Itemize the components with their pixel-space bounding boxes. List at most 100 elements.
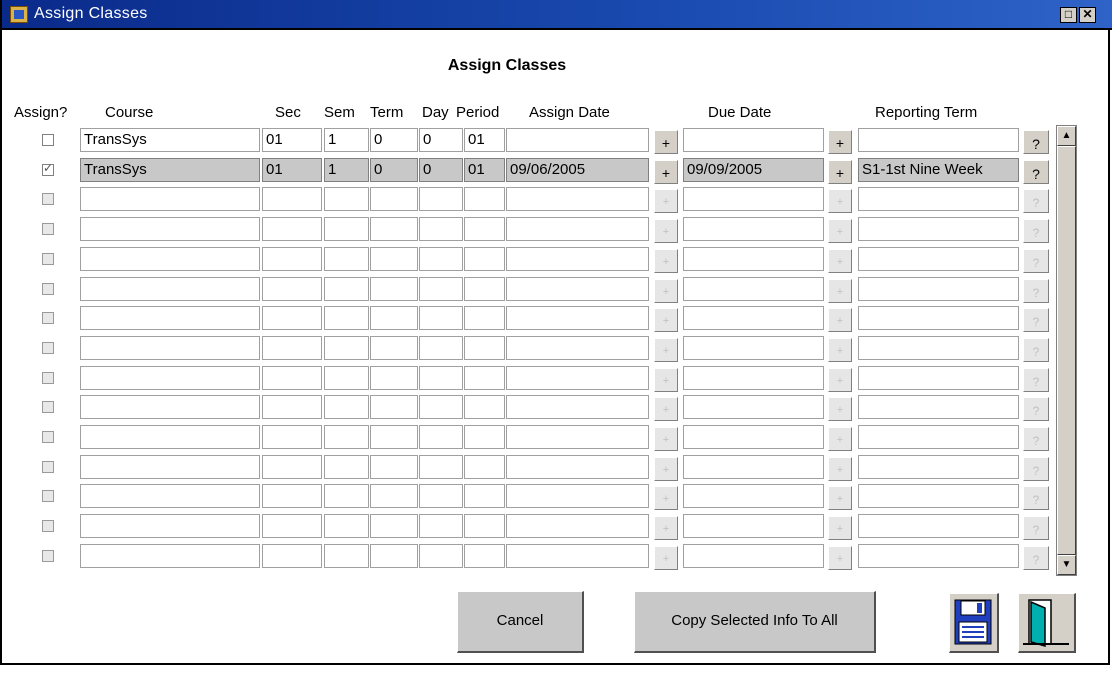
- term-field[interactable]: 0: [370, 157, 418, 182]
- due-date-field[interactable]: [683, 425, 824, 449]
- reporting-term-lookup-button[interactable]: ?: [1023, 397, 1049, 422]
- sec-field[interactable]: [262, 306, 322, 331]
- assign-checkbox[interactable]: [42, 549, 54, 562]
- sem-field[interactable]: [324, 187, 369, 212]
- sem-field[interactable]: [324, 543, 369, 568]
- assign-date-picker-button[interactable]: +: [654, 367, 678, 392]
- day-field[interactable]: [419, 484, 463, 509]
- reporting-term-lookup-button[interactable]: ?: [1023, 367, 1049, 392]
- assign-date-field[interactable]: [506, 246, 649, 271]
- reporting-term-lookup-button[interactable]: ?: [1023, 159, 1049, 184]
- assign-date-field[interactable]: [506, 335, 649, 360]
- due-date-field[interactable]: [683, 276, 824, 301]
- assign-date-field[interactable]: [506, 128, 649, 152]
- sec-field[interactable]: [262, 365, 322, 390]
- assign-date-picker-button[interactable]: +: [654, 308, 678, 333]
- day-field[interactable]: [419, 276, 463, 301]
- sec-field[interactable]: [262, 514, 322, 539]
- scroll-up-button[interactable]: ▲: [1057, 126, 1076, 146]
- sem-field[interactable]: [324, 276, 369, 301]
- due-date-picker-button[interactable]: +: [828, 308, 852, 333]
- due-date-field[interactable]: [683, 335, 824, 360]
- assign-date-field[interactable]: [506, 306, 649, 331]
- sem-field[interactable]: 1: [324, 157, 369, 182]
- period-field[interactable]: [464, 187, 505, 212]
- term-field[interactable]: [370, 276, 418, 301]
- course-field[interactable]: [80, 484, 260, 509]
- due-date-picker-button[interactable]: +: [828, 367, 852, 392]
- reporting-term-lookup-button[interactable]: ?: [1023, 189, 1049, 214]
- period-field[interactable]: [464, 395, 505, 420]
- reporting-term-lookup-button[interactable]: ?: [1023, 130, 1049, 154]
- assign-date-picker-button[interactable]: +: [654, 337, 678, 362]
- assign-date-picker-button[interactable]: +: [654, 516, 678, 541]
- restore-button[interactable]: □: [1060, 7, 1077, 23]
- reporting-term-field[interactable]: [858, 514, 1019, 539]
- day-field[interactable]: [419, 217, 463, 242]
- term-field[interactable]: [370, 365, 418, 390]
- reporting-term-lookup-button[interactable]: ?: [1023, 516, 1049, 541]
- assign-checkbox[interactable]: [42, 431, 54, 443]
- day-field[interactable]: [419, 187, 463, 212]
- reporting-term-lookup-button[interactable]: ?: [1023, 545, 1049, 570]
- due-date-picker-button[interactable]: +: [828, 397, 852, 422]
- assign-date-picker-button[interactable]: +: [654, 456, 678, 481]
- day-field[interactable]: [419, 335, 463, 360]
- sec-field[interactable]: [262, 484, 322, 509]
- due-date-picker-button[interactable]: +: [828, 130, 852, 154]
- reporting-term-field[interactable]: [858, 246, 1019, 271]
- assign-date-picker-button[interactable]: +: [654, 278, 678, 303]
- reporting-term-field[interactable]: [858, 276, 1019, 301]
- cancel-button[interactable]: Cancel: [457, 591, 584, 653]
- assign-date-picker-button[interactable]: +: [654, 545, 678, 570]
- save-button[interactable]: [949, 593, 999, 653]
- day-field[interactable]: 0: [419, 128, 463, 152]
- assign-date-picker-button[interactable]: +: [654, 159, 678, 184]
- assign-date-field[interactable]: [506, 217, 649, 242]
- assign-checkbox[interactable]: [42, 401, 54, 414]
- due-date-field[interactable]: [683, 246, 824, 271]
- due-date-field[interactable]: [683, 306, 824, 331]
- assign-date-picker-button[interactable]: +: [654, 427, 678, 451]
- term-field[interactable]: [370, 306, 418, 331]
- day-field[interactable]: [419, 395, 463, 420]
- reporting-term-field[interactable]: [858, 484, 1019, 509]
- due-date-picker-button[interactable]: +: [828, 516, 852, 541]
- reporting-term-lookup-button[interactable]: ?: [1023, 337, 1049, 362]
- due-date-picker-button[interactable]: +: [828, 159, 852, 184]
- sem-field[interactable]: 1: [324, 128, 369, 152]
- scroll-thumb[interactable]: [1057, 146, 1076, 555]
- reporting-term-lookup-button[interactable]: ?: [1023, 486, 1049, 511]
- due-date-picker-button[interactable]: +: [828, 189, 852, 214]
- course-field[interactable]: [80, 276, 260, 301]
- period-field[interactable]: [464, 276, 505, 301]
- exit-button[interactable]: [1018, 593, 1076, 653]
- period-field[interactable]: [464, 543, 505, 568]
- term-field[interactable]: [370, 514, 418, 539]
- scroll-down-button[interactable]: ▼: [1057, 555, 1076, 575]
- reporting-term-lookup-button[interactable]: ?: [1023, 278, 1049, 303]
- due-date-field[interactable]: [683, 187, 824, 212]
- due-date-picker-button[interactable]: +: [828, 278, 852, 303]
- sem-field[interactable]: [324, 335, 369, 360]
- assign-date-field[interactable]: [506, 454, 649, 479]
- assign-date-picker-button[interactable]: +: [654, 397, 678, 422]
- assign-checkbox[interactable]: [42, 371, 54, 384]
- due-date-field[interactable]: [683, 484, 824, 509]
- assign-date-field[interactable]: [506, 365, 649, 390]
- sem-field[interactable]: [324, 425, 369, 449]
- reporting-term-lookup-button[interactable]: ?: [1023, 308, 1049, 333]
- due-date-picker-button[interactable]: +: [828, 545, 852, 570]
- assign-date-picker-button[interactable]: +: [654, 130, 678, 154]
- due-date-field[interactable]: [683, 395, 824, 420]
- day-field[interactable]: [419, 543, 463, 568]
- term-field[interactable]: [370, 395, 418, 420]
- assign-date-field[interactable]: [506, 187, 649, 212]
- sec-field[interactable]: [262, 217, 322, 242]
- period-field[interactable]: 01: [464, 128, 505, 152]
- sem-field[interactable]: [324, 306, 369, 331]
- assign-checkbox[interactable]: [42, 520, 54, 533]
- period-field[interactable]: [464, 484, 505, 509]
- assign-checkbox[interactable]: [42, 460, 54, 473]
- course-field[interactable]: TransSys: [80, 157, 260, 182]
